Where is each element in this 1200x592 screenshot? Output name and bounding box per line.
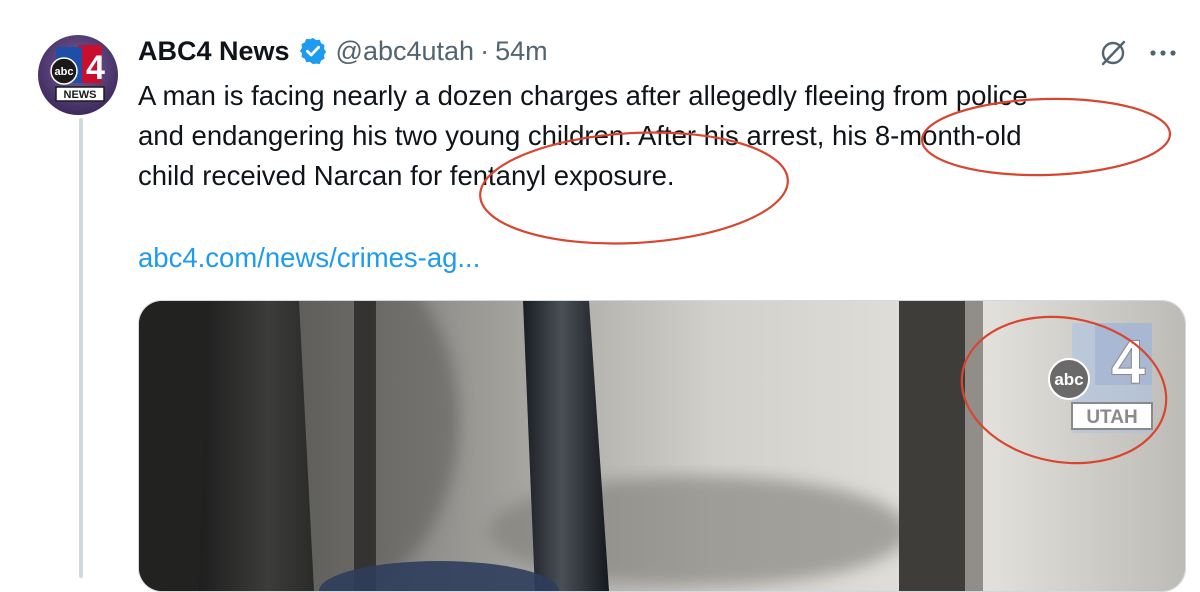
timestamp[interactable]: 54m [495, 36, 548, 67]
thread-line [79, 118, 83, 578]
separator-dot: · [480, 35, 490, 66]
tweet-text-line: A man is facing nearly a dozen charges a… [138, 80, 1028, 111]
avatar-logo-number: 4 [86, 49, 105, 87]
tweet-text-line: child received Narcan for fentanyl expos… [138, 160, 675, 191]
tweet-media-image[interactable]: 4 abc UTAH [138, 300, 1186, 592]
news-photo: 4 abc UTAH [139, 301, 1185, 591]
tweet-header: ABC4 News @abc4utah · 54m [138, 32, 548, 70]
avatar[interactable]: 4 abc NEWS [38, 35, 118, 115]
watermark-abc: abc [1054, 370, 1083, 389]
author-handle[interactable]: @abc4utah [336, 36, 475, 67]
article-link[interactable]: abc4.com/news/crimes-ag... [138, 238, 480, 278]
watermark-number: 4 [1111, 328, 1146, 397]
avatar-logo-text: abc [55, 66, 74, 78]
avatar-logo-banner: NEWS [64, 89, 97, 101]
more-icon[interactable] [1146, 36, 1180, 70]
tweet-text: A man is facing nearly a dozen charges a… [138, 76, 1178, 196]
verified-badge-icon [298, 36, 328, 66]
grok-icon[interactable] [1096, 36, 1130, 70]
abc4-news-logo: 4 abc NEWS [38, 35, 118, 115]
tweet-text-line: and endangering his two young children. … [138, 120, 1022, 151]
author-name[interactable]: ABC4 News [138, 36, 290, 67]
watermark-banner: UTAH [1086, 407, 1137, 428]
